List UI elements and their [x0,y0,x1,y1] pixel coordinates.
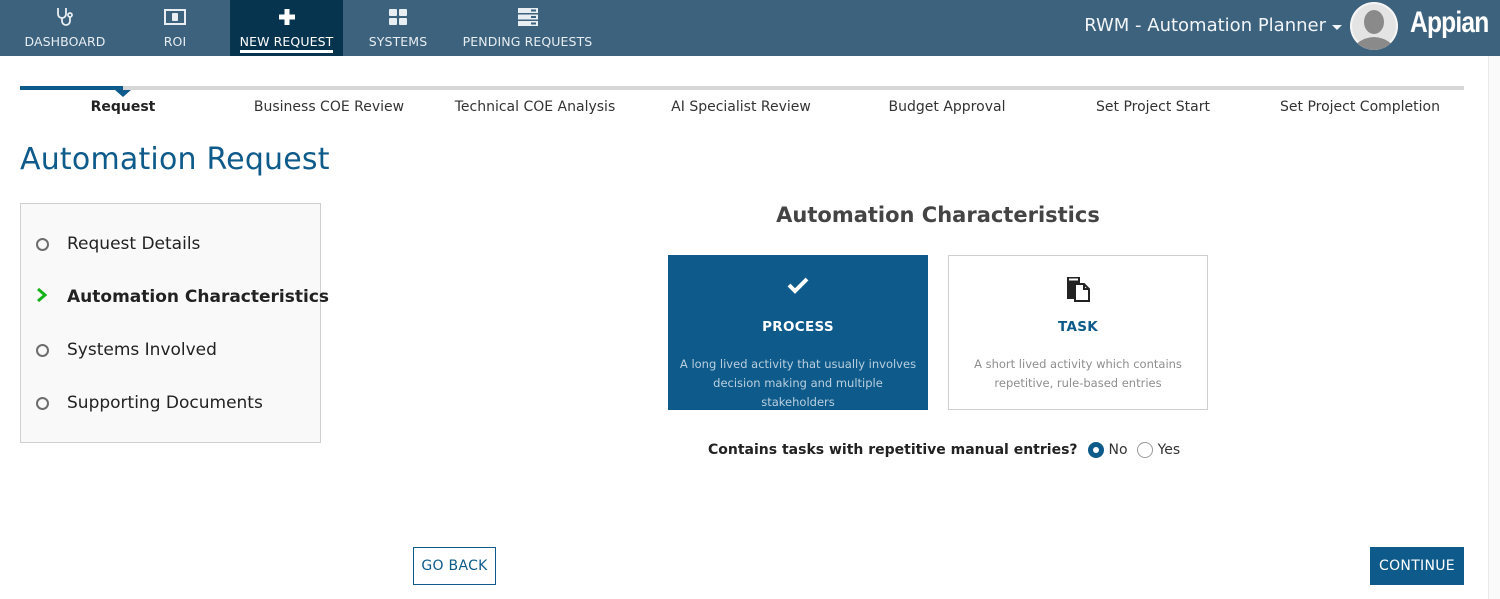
radio-no[interactable]: No [1087,442,1128,458]
nav-label: DASHBOARD [24,34,106,49]
go-back-button[interactable]: GO BACK [413,547,496,585]
money-icon [164,5,186,29]
appian-logo: Appian [1410,6,1489,39]
card-process[interactable]: PROCESS A long lived activity that usual… [668,255,928,410]
server-list-icon [517,5,539,29]
continue-button[interactable]: CONTINUE [1370,547,1464,585]
plus-icon [278,5,296,29]
nav-item-pending-requests[interactable]: PENDING REQUESTS [455,0,600,56]
section-item-label: Request Details [67,234,201,254]
section-item-request-details[interactable]: Request Details [21,229,321,259]
caret-down-icon [1332,24,1342,30]
question-label: Contains tasks with repetitive manual en… [708,442,1078,458]
radio-circle[interactable] [1087,442,1104,458]
nav-item-dashboard[interactable]: DASHBOARD [0,0,130,56]
section-nav: Request Details Automation Characteristi… [20,203,329,443]
section-item-supporting-documents[interactable]: Supporting Documents [21,388,321,418]
scrollbar-track[interactable] [1488,56,1500,599]
checkmark-icon [669,276,927,302]
step-request: Request [90,99,156,115]
nav-label: PENDING REQUESTS [462,34,593,49]
user-avatar[interactable] [1350,2,1398,50]
nav-label: SYSTEMS [368,34,428,49]
section-item-systems-involved[interactable]: Systems Involved [21,335,321,365]
grid-icon [388,5,408,29]
nav-label: NEW REQUEST [239,34,334,53]
section-item-automation-characteristics[interactable]: Automation Characteristics [21,282,329,312]
repetitive-entries-question: Contains tasks with repetitive manual en… [708,442,1189,458]
nav-item-roi[interactable]: ROI [130,0,220,56]
step-set-project-start: Set Project Start [1096,99,1210,115]
step-business-coe-review: Business COE Review [253,99,405,115]
section-title: Automation Characteristics [776,203,1100,227]
progress-fill [20,86,123,90]
card-title: PROCESS [762,319,834,335]
page-title: Automation Request [20,142,330,177]
radio-yes[interactable]: Yes [1136,442,1181,458]
radio-label: Yes [1157,442,1181,458]
nav-label: ROI [163,34,187,49]
card-description: A short lived activity which contains re… [974,357,1182,390]
nav-item-systems[interactable]: SYSTEMS [353,0,443,56]
progress-track [20,86,1464,97]
card-description: A long lived activity that usually invol… [679,357,917,409]
radio-circle[interactable] [1136,442,1153,458]
chevron-right-icon [36,287,48,306]
step-ai-specialist-review: AI Specialist Review [671,99,811,115]
current-step-pointer [115,90,131,97]
nav-item-new-request[interactable]: NEW REQUEST [230,0,343,56]
circle-icon [36,237,49,251]
section-item-label: Systems Involved [67,340,217,360]
top-nav-bar: DASHBOARD ROI NEW REQUEST SYSTEMS PENDIN… [0,0,1500,56]
card-title: TASK [1058,319,1098,335]
stethoscope-icon [55,5,75,29]
step-technical-coe-analysis: Technical COE Analysis [454,99,616,115]
step-budget-approval: Budget Approval [888,99,1006,115]
section-item-label: Supporting Documents [67,393,263,413]
section-item-label: Automation Characteristics [67,287,330,307]
copy-document-icon [949,276,1207,302]
step-set-project-completion: Set Project Completion [1280,99,1440,115]
circle-icon [36,343,49,357]
app-name: RWM - Automation Planner [1084,15,1326,36]
card-task[interactable]: TASK A short lived activity which contai… [948,255,1208,410]
radio-label: No [1108,442,1128,458]
app-switcher-dropdown[interactable]: RWM - Automation Planner [1084,15,1342,36]
circle-icon [36,396,49,410]
user-silhouette-icon [1350,2,1398,50]
